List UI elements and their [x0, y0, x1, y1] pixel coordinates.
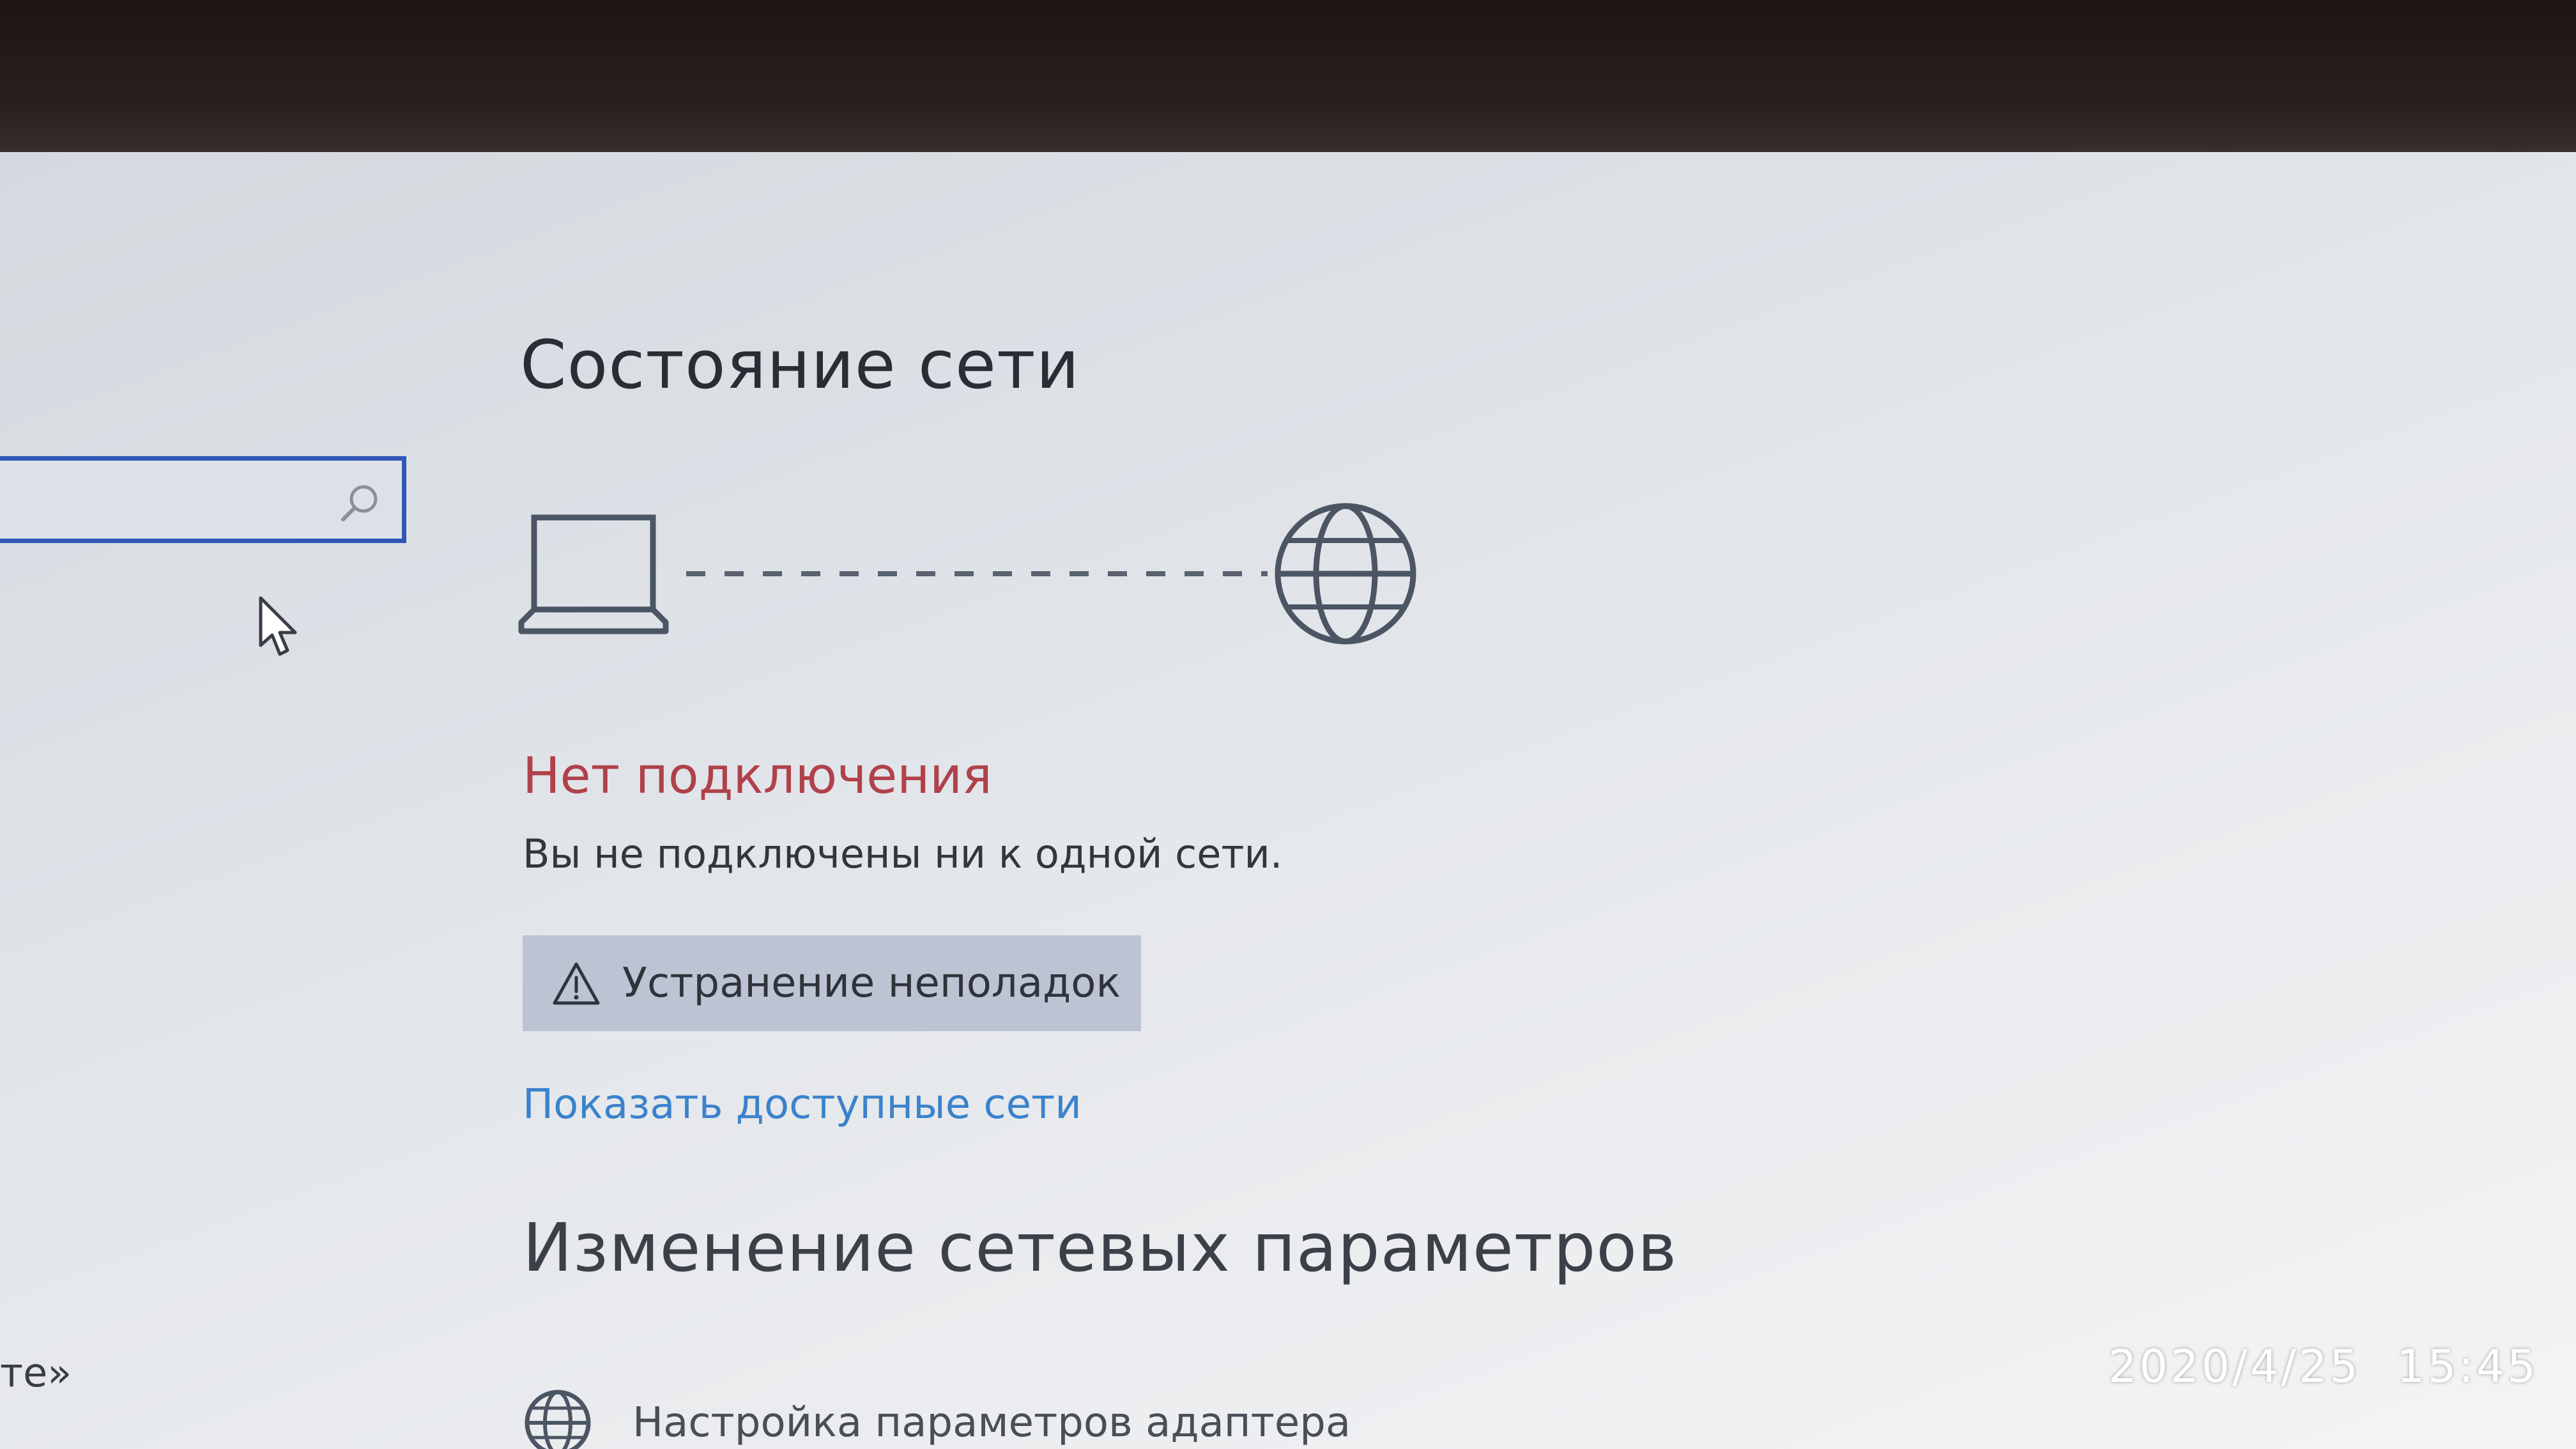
- adapter-settings-label: Настройка параметров адаптера: [632, 1399, 1351, 1446]
- globe-adapter-icon: [525, 1390, 591, 1449]
- adapter-settings-item[interactable]: Настройка параметров адаптера: [523, 1388, 1351, 1449]
- troubleshoot-label: Устранение неполадок: [622, 960, 1121, 1007]
- connection-status-description: Вы не подключены ни к одной сети.: [523, 831, 1283, 877]
- laptop-icon: [518, 514, 669, 634]
- troubleshoot-button[interactable]: Устранение неполадок: [523, 935, 1141, 1031]
- page-title: Состояние сети: [520, 326, 1080, 404]
- show-available-networks-link[interactable]: Показать доступные сети: [523, 1081, 1082, 1128]
- network-diagram: [518, 503, 1416, 645]
- search-icon[interactable]: [337, 480, 383, 526]
- warning-icon: [553, 962, 600, 1005]
- search-input[interactable]: [0, 456, 406, 543]
- settings-window: те» Состояние сети Нет подключения Вы не…: [0, 152, 2576, 1449]
- photo-timestamp: 2020/4/25 15:45: [2108, 1340, 2538, 1393]
- globe-icon: [1275, 503, 1416, 645]
- monitor-bezel: [0, 0, 2576, 153]
- mouse-cursor-icon: [259, 596, 297, 656]
- connection-status-heading: Нет подключения: [523, 747, 992, 805]
- change-settings-title: Изменение сетевых параметров: [523, 1209, 1678, 1287]
- sidebar-cut-text: те»: [0, 1349, 72, 1396]
